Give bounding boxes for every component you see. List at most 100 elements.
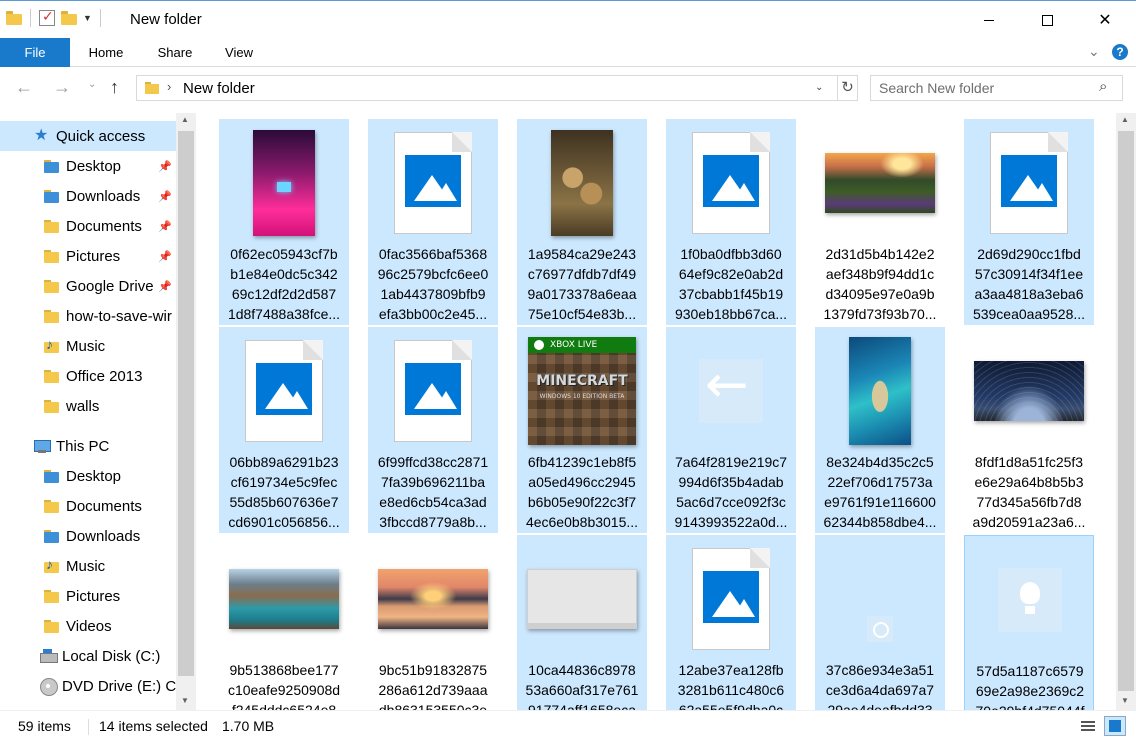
file-tile[interactable]: 1a9584ca29e243 c76977dfdb7df49 9a0173378a6… bbox=[517, 119, 647, 325]
scrollbar-thumb[interactable] bbox=[178, 131, 194, 676]
sidebar-item-how-to-save[interactable]: how-to-save-wir bbox=[0, 301, 176, 331]
back-arrow-icon[interactable]: ← bbox=[15, 77, 33, 98]
file-tile[interactable]: 9b513868bee177 c10eafe9250908d f245dddc652… bbox=[219, 535, 349, 710]
file-tile[interactable]: 9bc51b91832875 286a612d739aaa db863153550c… bbox=[368, 535, 498, 710]
address-bar[interactable]: › New folder ⌄ ↻ bbox=[136, 75, 858, 101]
refresh-icon[interactable]: ↻ bbox=[837, 76, 857, 100]
sidebar-item-this-pc[interactable]: This PC bbox=[0, 431, 176, 461]
sidebar-item-walls[interactable]: walls bbox=[0, 391, 176, 421]
search-icon[interactable]: ⌕ bbox=[1099, 78, 1107, 95]
owls-thumbnail bbox=[551, 130, 613, 236]
customize-toolbar-dropdown-icon[interactable]: ▼ bbox=[83, 13, 92, 23]
file-name-line: 8e324b4d35c2c5 bbox=[826, 454, 934, 470]
file-tile[interactable]: 2d69d290cc1fbd 57c30914f34f1ee a3aa4818a3e… bbox=[964, 119, 1094, 325]
sidebar-item-pc-desktop[interactable]: Desktop bbox=[0, 461, 176, 491]
pictures-folder-icon bbox=[44, 588, 60, 604]
sidebar-item-music[interactable]: Music bbox=[0, 331, 176, 361]
file-name-line: f245dddc6524e8 bbox=[231, 702, 337, 710]
sidebar-item-label: Downloads bbox=[66, 527, 141, 545]
image-file-icon bbox=[394, 340, 472, 442]
sidebar-item-desktop[interactable]: Desktop 📌 bbox=[0, 151, 176, 181]
sidebar-item-pc-documents[interactable]: Documents bbox=[0, 491, 176, 521]
file-name: 10ca44836c8978 53a660af317e761 91774aff165… bbox=[521, 660, 643, 710]
sidebar-item-pc-downloads[interactable]: Downloads bbox=[0, 521, 176, 551]
file-tile[interactable]: 1f0ba0dfbb3d60 64ef9c82e0ab2d 37cbabb1f45b… bbox=[666, 119, 796, 325]
sidebar-item-office-2013[interactable]: Office 2013 bbox=[0, 361, 176, 391]
scroll-down-arrow-icon[interactable]: ▼ bbox=[181, 696, 189, 705]
breadcrumb-new-folder[interactable]: New folder bbox=[183, 80, 255, 97]
sidebar-item-quick-access[interactable]: ★ Quick access bbox=[0, 121, 176, 151]
tab-home[interactable]: Home bbox=[78, 38, 134, 67]
pin-icon[interactable]: 📌 bbox=[158, 220, 172, 233]
minimize-icon bbox=[984, 19, 994, 21]
tab-view[interactable]: View bbox=[214, 38, 264, 67]
file-tile[interactable]: 06bb89a6291b23 cf619734e5c9fec 55d85b60763… bbox=[219, 327, 349, 533]
desktop-folder-icon bbox=[44, 468, 60, 484]
file-tile[interactable]: 37c86e934e3a51 ce3d6a4da697a7 29ae4deafbdd… bbox=[815, 535, 945, 710]
star-icon: ★ bbox=[34, 127, 49, 144]
thumbnail bbox=[219, 125, 349, 241]
file-tile[interactable]: 0f62ec05943cf7b b1e84e0dc5c342 69c12df2d2d… bbox=[219, 119, 349, 325]
breadcrumb-chevron-icon[interactable]: › bbox=[167, 79, 171, 94]
file-tile[interactable]: 7a64f2819e219c7 994d6f35b4adab 5ac6d7cce09… bbox=[666, 327, 796, 533]
scroll-up-arrow-icon[interactable]: ▲ bbox=[181, 115, 189, 124]
scrollbar-thumb[interactable] bbox=[1118, 131, 1134, 691]
sidebar-item-documents[interactable]: Documents 📌 bbox=[0, 211, 176, 241]
minecraft-logo: WINDOWS 10 EDITION BETA bbox=[539, 393, 625, 400]
sidebar-item-downloads[interactable]: Downloads 📌 bbox=[0, 181, 176, 211]
file-tile[interactable]: 6f99ffcd38cc2871 7fa39b696211ba e8ed6cb54c… bbox=[368, 327, 498, 533]
search-input[interactable] bbox=[871, 76, 1091, 100]
file-tile[interactable]: 8e324b4d35c2c5 22ef706d17573a e9761f91e116… bbox=[815, 327, 945, 533]
sidebar-item-google-drive[interactable]: Google Drive 📌 bbox=[0, 271, 176, 301]
forward-arrow-icon[interactable]: → bbox=[53, 77, 71, 98]
file-name: 9b513868bee177 c10eafe9250908d f245dddc652… bbox=[223, 660, 345, 710]
sidebar-item-local-disk[interactable]: Local Disk (C:) bbox=[0, 641, 176, 671]
file-tile[interactable]: 12abe37ea128fb 3281b611c480c6 62a55e5f9dba… bbox=[666, 535, 796, 710]
navigation-pane: ★ Quick access Desktop 📌 Downloads 📌 Doc… bbox=[0, 113, 196, 710]
sidebar-item-pc-videos[interactable]: Videos bbox=[0, 611, 176, 641]
file-tile[interactable]: 10ca44836c8978 53a660af317e761 91774aff165… bbox=[517, 535, 647, 710]
sidebar-scrollbar[interactable]: ▲ ▼ bbox=[176, 113, 196, 710]
properties-icon[interactable] bbox=[39, 8, 55, 26]
tab-file[interactable]: File bbox=[0, 38, 70, 67]
thumbnail: XBOX LIVE MINECRAFT WINDOWS 10 EDITION B… bbox=[517, 333, 647, 449]
scroll-up-arrow-icon[interactable]: ▲ bbox=[1121, 115, 1129, 124]
help-icon[interactable]: ? bbox=[1112, 44, 1128, 60]
close-button[interactable]: ✕ bbox=[1076, 1, 1134, 39]
tab-share[interactable]: Share bbox=[148, 38, 202, 67]
maximize-button[interactable] bbox=[1018, 1, 1076, 39]
sidebar-item-dvd-drive[interactable]: DVD Drive (E:) C bbox=[0, 671, 176, 701]
file-name-line: 91774aff1658eca bbox=[528, 702, 636, 710]
file-tile[interactable]: 57d5a1187c6579 69e2a98e2369c2 70e29bf4d750… bbox=[964, 535, 1094, 710]
back-arrow-icon bbox=[699, 355, 763, 423]
details-view-icon[interactable] bbox=[1078, 716, 1098, 736]
file-tile[interactable]: XBOX LIVE MINECRAFT WINDOWS 10 EDITION B… bbox=[517, 327, 647, 533]
file-name-line: 9143993522a0d... bbox=[674, 514, 788, 530]
address-history-dropdown-icon[interactable]: ⌄ bbox=[815, 82, 823, 93]
new-folder-icon[interactable] bbox=[61, 11, 77, 25]
large-icons-view-icon[interactable] bbox=[1104, 716, 1126, 736]
expand-ribbon-chevron-icon[interactable]: ⌄ bbox=[1088, 43, 1100, 60]
pin-icon[interactable]: 📌 bbox=[158, 190, 172, 203]
file-tile[interactable]: 2d31d5b4b142e2 aef348b9f94dd1c d34095e97e0… bbox=[815, 119, 945, 325]
file-tile[interactable]: 0fac3566baf5368 96c2579bcfc6ee0 1ab4437809… bbox=[368, 119, 498, 325]
pin-icon[interactable]: 📌 bbox=[158, 280, 172, 293]
sidebar-item-pc-music[interactable]: Music bbox=[0, 551, 176, 581]
sidebar-item-pictures[interactable]: Pictures 📌 bbox=[0, 241, 176, 271]
up-arrow-icon[interactable]: ↑ bbox=[110, 77, 119, 98]
pin-icon[interactable]: 📌 bbox=[158, 160, 172, 173]
file-name-line: 9a0173378a6eaa bbox=[527, 286, 637, 302]
minimize-button[interactable] bbox=[960, 1, 1018, 39]
file-tile[interactable]: 8fdf1d8a51fc25f3 e6e29a64b8b5b3 77d345a56f… bbox=[964, 327, 1094, 533]
file-name-line: 9b513868bee177 bbox=[229, 662, 339, 678]
file-name: 57d5a1187c6579 69e2a98e2369c2 70e29bf4d750… bbox=[969, 661, 1091, 710]
pin-icon[interactable]: 📌 bbox=[158, 250, 172, 263]
file-name-line: 57d5a1187c6579 bbox=[976, 663, 1084, 679]
sidebar-item-pc-pictures[interactable]: Pictures bbox=[0, 581, 176, 611]
sidebar-item-label: Pictures bbox=[66, 587, 121, 605]
scroll-down-arrow-icon[interactable]: ▼ bbox=[1121, 696, 1129, 705]
file-name-line: 930eb18bb67ca... bbox=[674, 306, 788, 322]
search-box[interactable]: ⌕ bbox=[870, 75, 1123, 101]
content-scrollbar[interactable]: ▲ ▼ bbox=[1116, 113, 1136, 710]
recent-locations-chevron-icon[interactable]: ⌄ bbox=[88, 79, 96, 90]
